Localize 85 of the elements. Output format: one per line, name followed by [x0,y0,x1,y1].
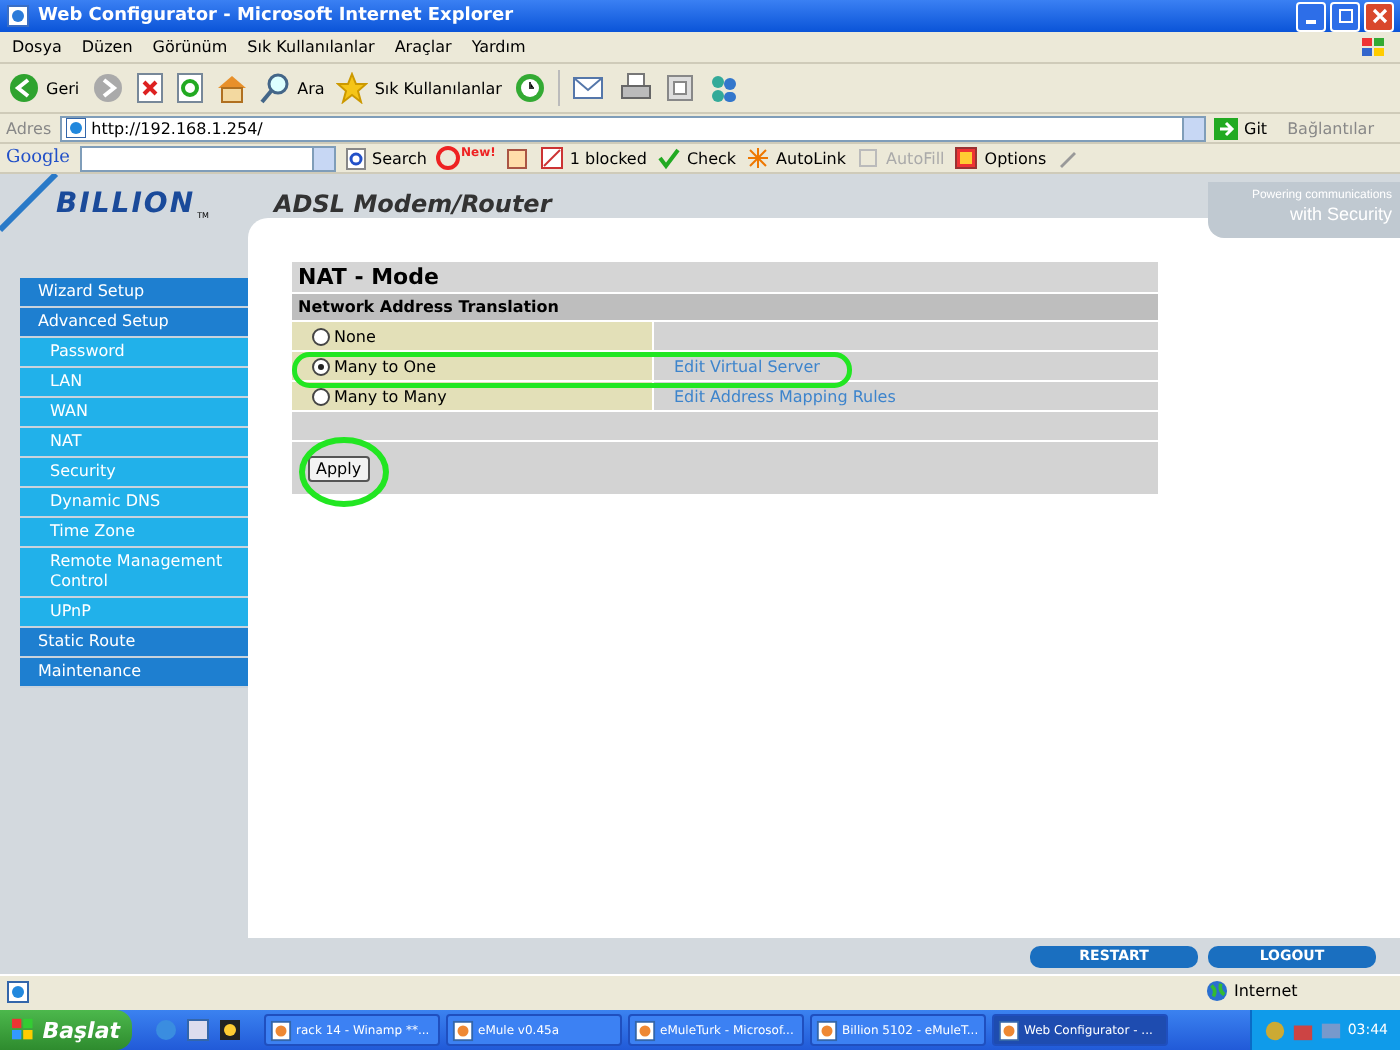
maximize-icon [1337,8,1353,24]
option-label: Many to Many [334,387,447,405]
sidebar-subitem[interactable]: LAN [20,368,248,398]
section-header: Network Address Translation [292,294,1158,322]
address-label: Adres [6,119,52,137]
history-icon[interactable] [513,72,546,104]
arrow-icon [1214,117,1238,139]
search-pane-button[interactable]: Ara [259,72,325,104]
apply-button[interactable]: Apply [308,455,370,481]
google-search-field[interactable] [80,145,336,171]
sidebar-item[interactable]: Wizard Setup [20,278,248,308]
autolink-button[interactable]: AutoLink [746,146,847,170]
page-icon [6,979,30,1003]
printer-icon[interactable] [619,72,652,104]
sidebar-subitem[interactable]: Password [20,338,248,368]
sparkle-icon [746,146,771,170]
sidebar-item[interactable]: Advanced Setup [20,308,248,338]
sidebar-item[interactable]: Maintenance [20,658,248,688]
mail-icon[interactable] [571,72,608,104]
windows-logo-icon [1360,35,1388,59]
close-icon [1371,8,1387,24]
media-icon[interactable] [218,1018,242,1042]
sidebar-subitem[interactable]: Dynamic DNS [20,488,248,518]
go-button[interactable]: Git [1214,117,1280,139]
swoosh-icon [0,174,60,234]
app-icon [452,1019,474,1041]
check-icon [656,146,681,170]
options-icon [954,146,979,170]
security-zone-label: Internet [1234,982,1300,1000]
start-button[interactable]: Başlat [0,1010,132,1050]
address-field[interactable]: http://192.168.1.254/ [59,115,1206,141]
close-button[interactable] [1364,1,1394,31]
star-icon [336,72,369,104]
links-button[interactable]: Bağlantılar [1287,119,1374,137]
ie-icon [6,4,30,28]
blocked-icon [539,146,564,170]
sidebar-subitem[interactable]: Security [20,458,248,488]
google-menu-button[interactable]: Google [6,148,70,168]
people-icon[interactable] [707,72,740,104]
pencil-icon[interactable] [1056,146,1081,170]
home-icon[interactable] [215,72,248,104]
window-icon[interactable] [186,1018,210,1042]
favorites-button[interactable]: Sık Kullanılanlar [336,72,502,104]
minimize-button[interactable] [1296,1,1326,31]
edit-link[interactable]: Edit Address Mapping Rules [674,387,896,405]
globe-icon [1206,980,1228,1002]
window-title: Web Configurator - Microsoft Internet Explorer [38,6,516,26]
menu-item[interactable]: Sık Kullanılanlar [247,38,375,56]
windows-logo-icon [12,1018,35,1042]
app-icon [270,1019,292,1041]
search-icon [259,72,292,104]
edit-link[interactable]: Edit Virtual Server [674,357,820,375]
google-search-button[interactable]: Search [346,147,427,169]
sidebar-subitem[interactable]: UPnP [20,598,248,628]
product-title: ADSL Modem/Router [274,190,552,218]
app-icon [634,1019,656,1041]
spell-check-button[interactable]: Check [656,146,737,170]
radio-button[interactable] [312,357,330,375]
maximize-button[interactable] [1330,1,1360,31]
menu-item[interactable]: Düzen [81,38,133,56]
app-icon [998,1019,1020,1041]
popup-blocker-button[interactable]: 1 blocked [539,146,647,170]
menu-item[interactable]: Yardım [471,38,526,56]
sidebar-item[interactable]: Static Route [20,628,248,658]
ring-icon [436,146,461,170]
panel-title: NAT - Mode [292,262,1158,294]
menu-item[interactable]: Araçlar [394,38,452,56]
back-button[interactable]: Geri [8,72,80,104]
highlight-mark [296,434,392,510]
option-label: None [334,327,376,345]
search-icon [346,147,366,169]
menu-item[interactable]: Dosya [12,38,62,56]
options-button[interactable]: Options [954,146,1047,170]
sidebar-subitem[interactable]: Remote Management Control [20,548,248,598]
app-icon [816,1019,838,1041]
new-badge[interactable]: New! [436,146,496,170]
stop-icon[interactable] [135,72,164,104]
sidebar-subitem[interactable]: NAT [20,428,248,458]
sidebar-subitem[interactable]: Time Zone [20,518,248,548]
option-label: Many to One [334,357,437,375]
page-icon [65,118,86,138]
brand-logo: BILLION [56,188,196,220]
radio-button[interactable] [312,327,330,345]
sidebar-subitem[interactable]: WAN [20,398,248,428]
menu-item[interactable]: Görünüm [152,38,228,56]
